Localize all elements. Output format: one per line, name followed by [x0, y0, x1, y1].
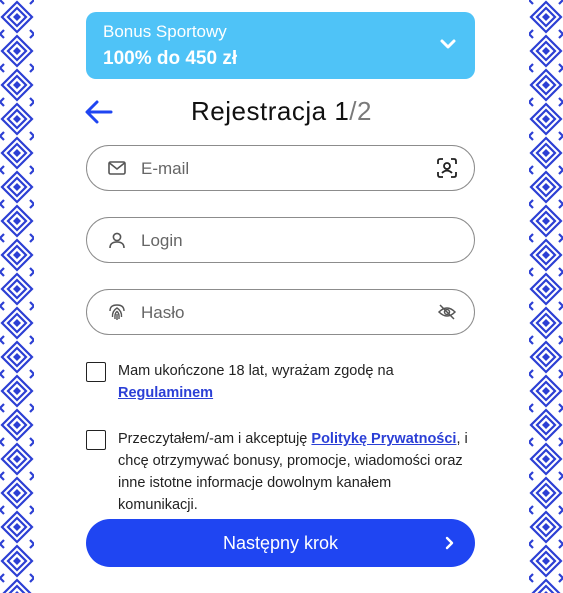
bonus-label: Bonus Sportowy: [103, 22, 227, 41]
eye-off-icon[interactable]: [436, 301, 458, 323]
bonus-offer: 100% do 450 zł: [103, 48, 238, 69]
email-input[interactable]: [139, 154, 413, 184]
age-consent-checkbox[interactable]: [86, 362, 106, 382]
face-scan-icon[interactable]: [436, 157, 458, 179]
chevron-down-icon: [440, 39, 456, 49]
password-field[interactable]: [86, 289, 475, 335]
privacy-policy-link[interactable]: Politykę Prywatności: [311, 431, 456, 447]
next-step-label: Następny krok: [222, 532, 339, 553]
step-current: 1: [334, 96, 350, 126]
login-field[interactable]: [86, 217, 475, 263]
page-title: Rejestracja 1/2: [0, 96, 563, 127]
terms-link[interactable]: Regulaminem: [118, 385, 213, 401]
chevron-right-icon: [445, 536, 454, 550]
envelope-icon: [108, 161, 126, 175]
next-step-button[interactable]: Następny krok: [86, 519, 475, 567]
privacy-consent-checkbox[interactable]: [86, 430, 106, 450]
bonus-dropdown[interactable]: Bonus Sportowy 100% do 450 zł: [86, 12, 475, 79]
step-separator: /: [349, 96, 358, 126]
step-total: 2: [357, 96, 372, 126]
age-consent-label: Mam ukończone 18 lat, wyrażam zgodę na: [118, 363, 394, 379]
privacy-text-before: Przeczytałem/-am i akceptuję: [118, 431, 312, 447]
title-text: Rejestracja: [191, 96, 327, 126]
email-field[interactable]: [86, 145, 475, 191]
decorative-border-left: [0, 0, 34, 593]
decorative-border-right: [529, 0, 563, 593]
login-input[interactable]: [139, 226, 413, 256]
password-input[interactable]: [139, 298, 413, 328]
step-indicator: 1/2: [334, 96, 372, 126]
privacy-consent-text: Przeczytałem/-am i akceptuję Politykę Pr…: [118, 428, 470, 516]
user-icon: [109, 232, 125, 249]
fingerprint-icon: [109, 304, 125, 320]
age-consent-text: Mam ukończone 18 lat, wyrażam zgodę na R…: [118, 360, 418, 404]
